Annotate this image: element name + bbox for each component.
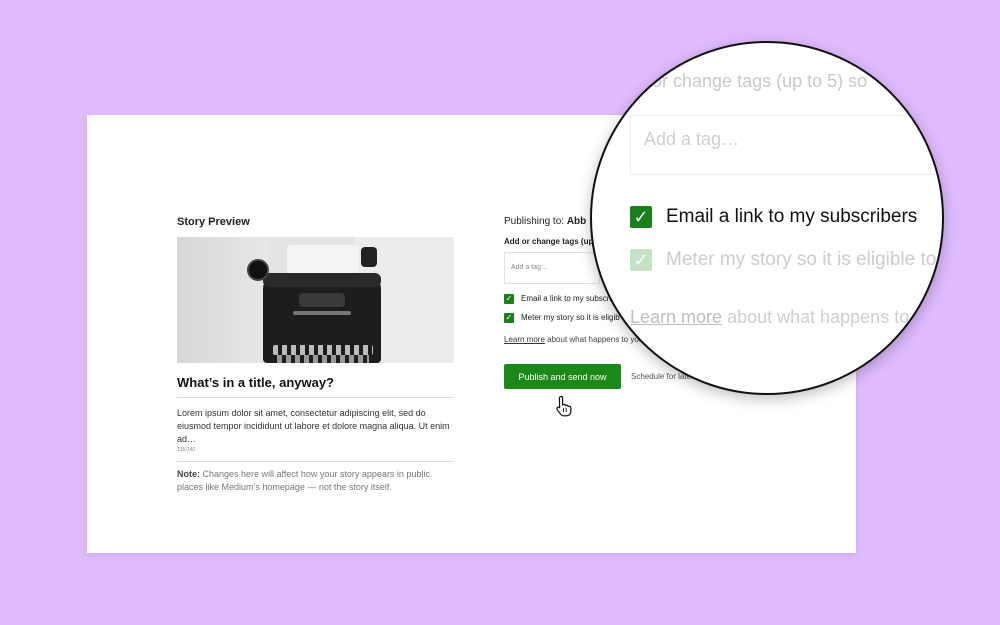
story-title-field[interactable]: What’s in a title, anyway? xyxy=(177,375,454,398)
typewriter-badge xyxy=(293,311,351,315)
note-label: Note: xyxy=(177,469,200,479)
magnified-learn-more-link: Learn more xyxy=(630,307,723,327)
magnified-view: d or change tags (up to 5) so Add a tag…… xyxy=(592,43,942,393)
character-count: 135/140 xyxy=(177,447,454,462)
story-description-field[interactable]: Lorem ipsum dolor sit amet, consectetur … xyxy=(177,407,454,446)
checkbox-checked-icon[interactable]: ✓ xyxy=(504,293,514,304)
publication-name[interactable]: Abb xyxy=(567,216,586,227)
magnified-tag-placeholder: Add a tag… xyxy=(644,129,740,149)
magnified-email-label: Email a link to my subscribers xyxy=(666,206,918,227)
typewriter-lever xyxy=(361,247,377,267)
checkbox-checked-icon: ✓ xyxy=(630,249,652,271)
checkbox-checked-icon: ✓ xyxy=(630,206,652,228)
magnified-meter-option: ✓ Meter my story so it is eligible to xyxy=(630,249,936,271)
note-text: Changes here will affect how your story … xyxy=(177,469,430,492)
checkbox-checked-icon[interactable]: ✓ xyxy=(504,312,514,323)
magnified-meter-label: Meter my story so it is eligible to xyxy=(666,249,937,270)
publishing-to-label: Publishing to: xyxy=(504,216,565,227)
story-preview-heading: Story Preview xyxy=(177,216,250,228)
story-preview-image[interactable] xyxy=(177,237,454,363)
typewriter-keys-lower xyxy=(277,355,369,363)
image-background xyxy=(177,237,267,363)
typewriter-roller xyxy=(263,273,381,287)
magnified-tags-label: d or change tags (up to 5) so xyxy=(637,71,868,91)
learn-more-link[interactable]: Learn more xyxy=(504,335,545,344)
magnified-learn-more: Learn more about what happens to xyxy=(630,307,909,328)
magnified-learn-more-text: about what happens to xyxy=(722,307,910,327)
typewriter-keys xyxy=(273,345,373,355)
preview-note: Note: Changes here will affect how your … xyxy=(177,468,454,494)
hand-pointer-icon xyxy=(556,395,572,417)
typewriter-knob xyxy=(247,259,269,281)
magnifier-lens: d or change tags (up to 5) so Add a tag…… xyxy=(590,41,944,395)
typewriter-window xyxy=(299,293,345,307)
magnified-email-option: ✓ Email a link to my subscribers xyxy=(630,206,917,228)
tag-input[interactable]: Add a tag… xyxy=(504,252,600,284)
story-preview: Story Preview What’s in a title, anyway?… xyxy=(177,215,454,494)
